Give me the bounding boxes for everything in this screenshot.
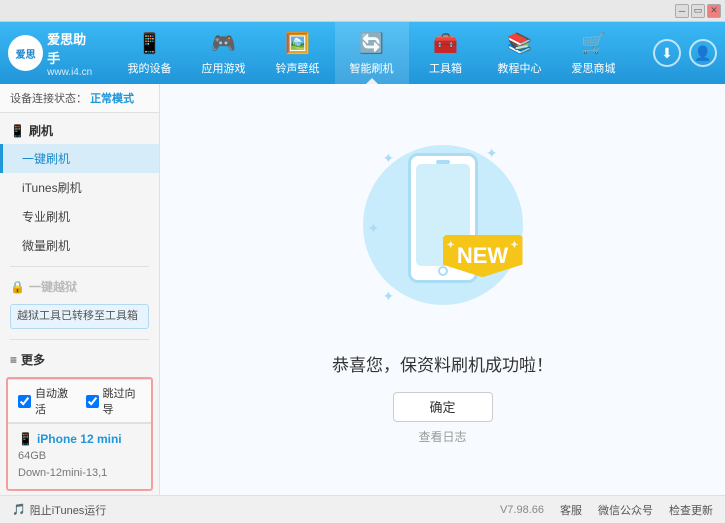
customer-service-link[interactable]: 客服 — [560, 502, 582, 518]
sidebar-footer-area: 自动激活 跳过向导 📱 iPhone 12 mini — [0, 373, 159, 495]
lock-icon: 🔒 — [10, 280, 25, 294]
logo-text: 爱思助手 www.i4.cn — [47, 29, 98, 78]
success-text: 恭喜您，保资料刷机成功啦！ — [332, 351, 553, 376]
jailbreak-notice: 越狱工具已转移至工具箱 — [10, 304, 149, 329]
more-icon: ≡ — [10, 353, 17, 367]
user-button[interactable]: 👤 — [689, 39, 717, 67]
new-badge: NEW — [443, 235, 523, 305]
header: 爱思 爱思助手 www.i4.cn 📱 我的设备 🎮 应用游戏 🖼️ 铃声壁纸 … — [0, 22, 725, 84]
logo-area: 爱思 爱思助手 www.i4.cn — [8, 29, 98, 78]
flash-section: 📱 刷机 一键刷机 iTunes刷机 专业刷机 微量刷机 — [0, 113, 159, 264]
divider-1 — [10, 266, 149, 267]
itunes-flash-label: iTunes刷机 — [22, 179, 82, 196]
confirm-button[interactable]: 确定 — [393, 392, 493, 422]
footer-left: 🎵 阻止iTunes运行 — [12, 502, 106, 518]
content-area: ✦ ✦ ✦ ✦ NEW 恭喜您，保资料刷机成功啦！ 确定 查看日志 — [160, 84, 725, 495]
nav-app-games[interactable]: 🎮 应用游戏 — [187, 22, 261, 84]
my-device-label: 我的设备 — [128, 60, 172, 76]
download-button[interactable]: ⬇ — [653, 39, 681, 67]
jailbreak-header: 🔒 一键越狱 — [0, 273, 159, 300]
sidebar-bottom-box: 自动激活 跳过向导 📱 iPhone 12 mini — [6, 377, 153, 491]
auto-activate-input[interactable] — [18, 395, 31, 408]
my-device-icon: 📱 — [137, 31, 162, 56]
app-games-icon: 🎮 — [211, 31, 236, 56]
more-label: 更多 — [21, 351, 45, 368]
sidebar: 设备连接状态： 正常模式 📱 刷机 一键刷机 iTunes刷机 — [0, 84, 160, 495]
star-3: ✦ — [368, 220, 380, 237]
tutorials-label: 教程中心 — [498, 60, 542, 76]
new-ribbon: NEW — [443, 235, 523, 278]
itunes-icon: 🎵 — [12, 503, 26, 516]
smart-flash-label: 智能刷机 — [350, 60, 394, 76]
flash-header-label: 刷机 — [29, 122, 53, 139]
logo-icon: 爱思 — [8, 35, 43, 71]
nav-smart-flash[interactable]: 🔄 智能刷机 — [335, 22, 409, 84]
device-name: 📱 iPhone 12 mini — [18, 432, 141, 446]
auto-activate-label: 自动激活 — [35, 385, 74, 417]
device-icon: 📱 — [18, 432, 33, 446]
wechat-public-link[interactable]: 微信公众号 — [598, 502, 653, 518]
nav-my-device[interactable]: 📱 我的设备 — [113, 22, 187, 84]
app-name: 爱思助手 — [47, 29, 98, 67]
device-status: 设备连接状态： 正常模式 — [0, 84, 159, 113]
check-update-link[interactable]: 检查更新 — [669, 502, 713, 518]
skip-wizard-label: 跳过向导 — [103, 385, 142, 417]
nav-mall[interactable]: 🛒 爱思商城 — [557, 22, 631, 84]
footer-right: V7.98.66 客服 微信公众号 检查更新 — [500, 502, 713, 518]
checkbox-row: 自动激活 跳过向导 — [8, 379, 151, 423]
block-itunes-button[interactable]: 🎵 阻止iTunes运行 — [12, 502, 106, 518]
sidebar-item-one-click-flash[interactable]: 一键刷机 — [0, 144, 159, 173]
ringtones-label: 铃声壁纸 — [276, 60, 320, 76]
skip-wizard-checkbox[interactable]: 跳过向导 — [86, 385, 142, 417]
one-click-flash-label: 一键刷机 — [22, 150, 70, 167]
mall-icon: 🛒 — [581, 31, 606, 56]
auto-activate-checkbox[interactable]: 自动激活 — [18, 385, 74, 417]
flash-icon: 📱 — [10, 124, 25, 138]
flash-section-header: 📱 刷机 — [0, 117, 159, 144]
version-text: V7.98.66 — [500, 504, 544, 516]
pro-flash-label: 专业刷机 — [22, 208, 70, 225]
toolbox-label: 工具箱 — [429, 60, 462, 76]
window-controls[interactable]: ─ ▭ ✕ — [675, 4, 721, 18]
device-details: 64GB Down-12mini-13,1 — [18, 448, 141, 481]
sidebar-item-pro-flash[interactable]: 专业刷机 — [0, 202, 159, 231]
nav-actions: ⬇ 👤 — [653, 39, 717, 67]
mall-label: 爱思商城 — [572, 60, 616, 76]
status-label: 设备连接状态： — [10, 93, 87, 105]
view-log-link[interactable]: 查看日志 — [418, 428, 466, 445]
status-value: 正常模式 — [90, 93, 134, 105]
toolbox-icon: 🧰 — [433, 31, 458, 56]
star-1: ✦ — [383, 150, 395, 167]
star-4: ✦ — [383, 288, 395, 305]
app-games-label: 应用游戏 — [202, 60, 246, 76]
micro-flash-label: 微量刷机 — [22, 237, 70, 254]
title-bar: ─ ▭ ✕ — [0, 0, 725, 22]
divider-2 — [10, 339, 149, 340]
tutorials-icon: 📚 — [507, 31, 532, 56]
nav-items: 📱 我的设备 🎮 应用游戏 🖼️ 铃声壁纸 🔄 智能刷机 🧰 工具箱 📚 教程中… — [98, 22, 645, 84]
jailbreak-section: 🔒 一键越狱 越狱工具已转移至工具箱 — [0, 269, 159, 337]
close-button[interactable]: ✕ — [707, 4, 721, 18]
main-layout: 设备连接状态： 正常模式 📱 刷机 一键刷机 iTunes刷机 — [0, 84, 725, 495]
sidebar-item-itunes-flash[interactable]: iTunes刷机 — [0, 173, 159, 202]
ringtones-icon: 🖼️ — [285, 31, 310, 56]
sidebar-inner: 设备连接状态： 正常模式 📱 刷机 一键刷机 iTunes刷机 — [0, 84, 159, 495]
sidebar-scroll: 📱 刷机 一键刷机 iTunes刷机 专业刷机 微量刷机 — [0, 113, 159, 373]
more-section-header: ≡ 更多 — [0, 346, 159, 373]
jailbreak-label: 一键越狱 — [29, 278, 77, 295]
device-info: 📱 iPhone 12 mini 64GB Down-12mini-13,1 — [8, 423, 151, 489]
more-section: ≡ 更多 其他工具 下载固件 高级功能 — [0, 342, 159, 373]
star-2: ✦ — [486, 145, 498, 162]
minimize-button[interactable]: ─ — [675, 4, 689, 18]
nav-toolbox[interactable]: 🧰 工具箱 — [409, 22, 483, 84]
smart-flash-icon: 🔄 — [359, 31, 384, 56]
nav-ringtones[interactable]: 🖼️ 铃声壁纸 — [261, 22, 335, 84]
restore-button[interactable]: ▭ — [691, 4, 705, 18]
sidebar-item-micro-flash[interactable]: 微量刷机 — [0, 231, 159, 260]
skip-wizard-input[interactable] — [86, 395, 99, 408]
app-url: www.i4.cn — [47, 67, 98, 78]
nav-tutorials[interactable]: 📚 教程中心 — [483, 22, 557, 84]
phone-illustration: ✦ ✦ ✦ ✦ NEW — [353, 135, 533, 335]
status-footer: 🎵 阻止iTunes运行 V7.98.66 客服 微信公众号 检查更新 — [0, 495, 725, 523]
